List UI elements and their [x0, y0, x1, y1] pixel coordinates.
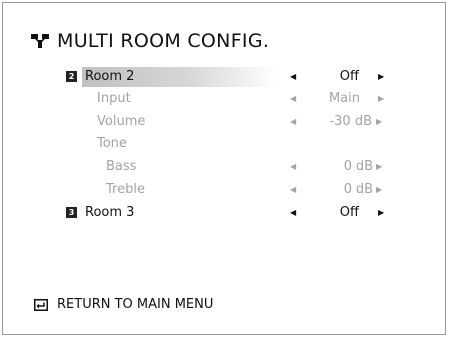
return-to-main-menu-button[interactable]: RETURN TO MAIN MENU	[34, 297, 213, 312]
room-badge-2: 2	[66, 71, 77, 82]
menu-row-treble[interactable]: Treble ◀ 0 dB ▶	[3, 180, 443, 200]
menu-row-room-2[interactable]: 2 Room 2 ◀ Off ▶	[3, 67, 443, 87]
left-arrow-icon[interactable]: ◀	[290, 67, 296, 87]
volume-label: Volume	[97, 114, 146, 129]
treble-unit: dB	[355, 182, 373, 197]
left-arrow-icon[interactable]: ◀	[290, 89, 296, 109]
network-logo-icon	[31, 34, 49, 48]
bass-label: Bass	[106, 159, 137, 174]
room-3-value: Off	[339, 205, 359, 220]
return-arrow-icon	[34, 298, 48, 311]
left-arrow-icon[interactable]: ◀	[290, 157, 296, 177]
menu-row-tone: Tone	[3, 134, 443, 154]
right-arrow-icon[interactable]: ▶	[378, 89, 384, 109]
right-arrow-icon[interactable]: ▶	[378, 67, 384, 87]
left-arrow-icon[interactable]: ◀	[290, 112, 296, 132]
menu-row-bass[interactable]: Bass ◀ 0 dB ▶	[3, 157, 443, 177]
bass-value: 0	[343, 159, 352, 174]
treble-label: Treble	[106, 182, 145, 197]
input-label: Input	[97, 91, 131, 106]
room-2-label: Room 2	[85, 69, 135, 84]
menu-row-volume[interactable]: Volume ◀ -30 dB ▶	[3, 112, 443, 132]
room-badge-3: 3	[66, 207, 77, 218]
room-3-label: Room 3	[85, 205, 135, 220]
return-to-main-menu-label: RETURN TO MAIN MENU	[57, 297, 214, 312]
right-arrow-icon[interactable]: ▶	[376, 157, 382, 177]
bass-unit: dB	[355, 159, 373, 174]
menu-row-room-3[interactable]: 3 Room 3 ◀ Off ▶	[3, 203, 443, 223]
right-arrow-icon[interactable]: ▶	[378, 203, 384, 223]
page-title-text: MULTI ROOM CONFIG.	[57, 30, 270, 52]
volume-value: -30 dB	[329, 114, 372, 129]
treble-value: 0	[343, 182, 352, 197]
left-arrow-icon[interactable]: ◀	[290, 180, 296, 200]
menu-screen: MULTI ROOM CONFIG. 2 Room 2 ◀ Off ▶ Inpu…	[2, 2, 446, 335]
left-arrow-icon[interactable]: ◀	[290, 203, 296, 223]
page-title: MULTI ROOM CONFIG.	[31, 30, 269, 52]
room-2-value: Off	[339, 69, 359, 84]
menu-row-input[interactable]: Input ◀ Main ▶	[3, 89, 443, 109]
input-value: Main	[328, 91, 360, 106]
tone-label: Tone	[97, 136, 127, 151]
right-arrow-icon[interactable]: ▶	[376, 112, 382, 132]
right-arrow-icon[interactable]: ▶	[376, 180, 382, 200]
